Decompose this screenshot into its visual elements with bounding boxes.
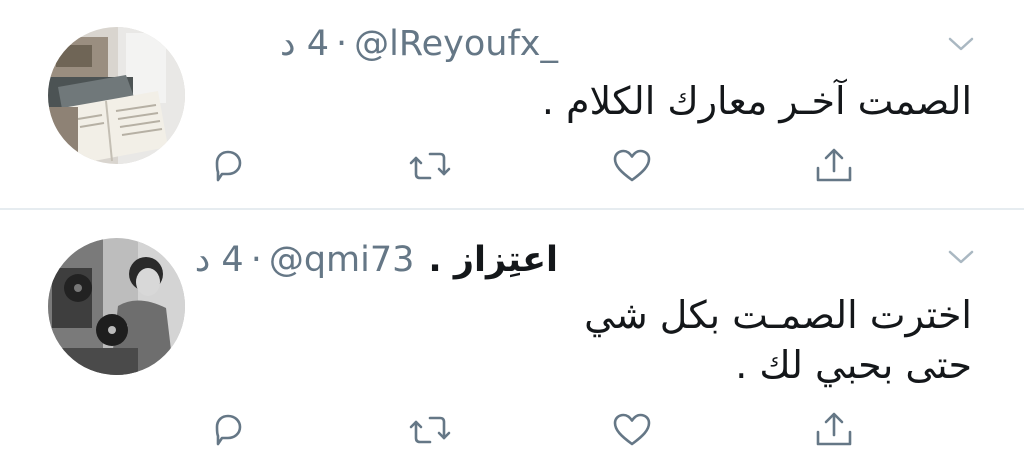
like-icon <box>613 149 651 182</box>
timestamp[interactable]: 4 د <box>280 24 329 64</box>
share-icon <box>816 148 852 182</box>
separator-dot: · <box>336 24 348 64</box>
reply-icon <box>215 414 242 446</box>
share-button[interactable] <box>812 144 856 188</box>
tweet-text: اخترت الصمـت بكل شي حتى بحبي لك . <box>584 290 972 390</box>
tweet-line: الصمت آخـر معارك الكلام . <box>541 79 972 123</box>
share-button[interactable] <box>812 408 856 452</box>
like-button[interactable] <box>610 408 654 452</box>
display-name[interactable]: اعتِزاز . <box>428 240 558 280</box>
tweet[interactable]: @lReyoufx_ · 4 د الصمت آخـر معارك الكلام… <box>0 0 1024 209</box>
tweet-header: @lReyoufx_ · 4 د <box>280 24 558 64</box>
retweet-button[interactable] <box>408 144 452 188</box>
chevron-down-icon[interactable] <box>948 36 974 52</box>
timestamp[interactable]: 4 د <box>195 240 244 280</box>
tweet-text: الصمت آخـر معارك الكلام . <box>542 76 972 126</box>
retweet-button[interactable] <box>408 408 452 452</box>
handle[interactable]: @qmi73 <box>269 240 415 280</box>
reply-button[interactable] <box>206 408 250 452</box>
separator-dot: · <box>250 240 262 280</box>
tweet[interactable]: اعتِزاز . @qmi73 · 4 د اخترت الصمـت بكل … <box>0 210 1024 476</box>
reply-icon <box>215 150 242 182</box>
avatar[interactable] <box>48 238 185 375</box>
tweet-line: اخترت الصمـت بكل شي <box>584 293 972 337</box>
retweet-icon <box>409 416 451 444</box>
retweet-icon <box>409 152 451 180</box>
chevron-down-icon[interactable] <box>948 249 974 265</box>
tweet-actions <box>0 408 1024 452</box>
reply-button[interactable] <box>206 144 250 188</box>
tweet-actions <box>0 144 1024 188</box>
vintage-photo-avatar-icon <box>48 238 185 375</box>
like-button[interactable] <box>610 144 654 188</box>
like-icon <box>613 413 651 446</box>
share-icon <box>816 412 852 446</box>
tweet-line: حتى بحبي لك . <box>735 343 972 387</box>
handle[interactable]: @lReyoufx_ <box>354 24 558 64</box>
tweet-header: اعتِزاز . @qmi73 · 4 د <box>195 240 558 280</box>
